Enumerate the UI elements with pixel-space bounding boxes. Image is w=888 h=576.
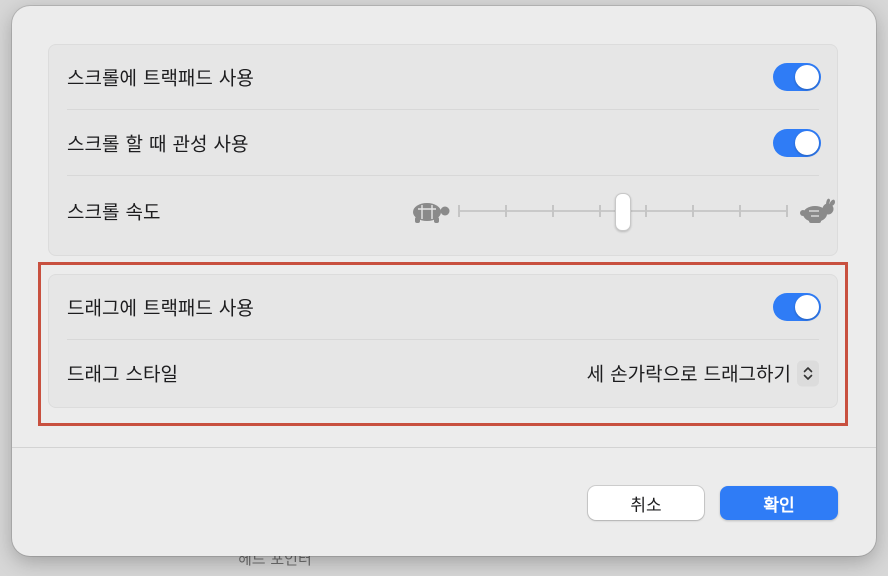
drag-style-label: 드래그 스타일 (67, 363, 178, 386)
drag-with-trackpad-label: 드래그에 트랙패드 사용 (67, 297, 254, 320)
slider-tick (551, 205, 554, 217)
slider-tick (598, 205, 601, 217)
drag-style-row: 드래그 스타일 세 손가락으로 드래그하기 (67, 341, 819, 405)
up-down-chevron-icon (797, 360, 819, 386)
slider-tick (645, 205, 648, 217)
slider-tick (458, 205, 460, 217)
scroll-speed-slider[interactable] (407, 189, 839, 233)
drag-style-value: 세 손가락으로 드래그하기 (586, 363, 791, 386)
slider-tick (739, 205, 742, 217)
rabbit-icon (800, 198, 835, 223)
toggle-knob (795, 65, 819, 89)
slider-tick (692, 205, 695, 217)
slider-tick (786, 205, 788, 217)
drag-settings-group: 드래그에 트랙패드 사용 드래그 스타일 세 손가락으로 드래그하기 (48, 274, 838, 408)
slider-thumb[interactable] (615, 193, 631, 231)
drag-style-popup[interactable]: 세 손가락으로 드래그하기 (587, 360, 819, 387)
trackpad-options-dialog: 스크롤에 트랙패드 사용 스크롤 할 때 관성 사용 스크롤 속도 드래그에 트… (12, 6, 876, 556)
drag-with-trackpad-row: 드래그에 트랙패드 사용 (67, 275, 821, 340)
scroll-speed-label: 스크롤 속도 (67, 201, 161, 224)
turtle-icon (413, 203, 450, 223)
slider-tick (504, 205, 507, 217)
footer-divider (12, 447, 876, 448)
scroll-with-trackpad-row: 스크롤에 트랙패드 사용 (67, 45, 821, 110)
scroll-inertia-toggle[interactable] (773, 129, 821, 157)
scroll-settings-group: 스크롤에 트랙패드 사용 스크롤 할 때 관성 사용 스크롤 속도 (48, 44, 838, 256)
cancel-button[interactable]: 취소 (588, 486, 704, 520)
scroll-inertia-row: 스크롤 할 때 관성 사용 (67, 111, 821, 176)
scroll-with-trackpad-label: 스크롤에 트랙패드 사용 (67, 67, 254, 90)
toggle-knob (795, 131, 819, 155)
toggle-knob (795, 295, 819, 319)
scroll-with-trackpad-toggle[interactable] (773, 63, 821, 91)
scroll-speed-row: 스크롤 속도 (67, 179, 835, 243)
scroll-inertia-label: 스크롤 할 때 관성 사용 (67, 133, 249, 156)
ok-button[interactable]: 확인 (720, 486, 838, 520)
drag-with-trackpad-toggle[interactable] (773, 293, 821, 321)
